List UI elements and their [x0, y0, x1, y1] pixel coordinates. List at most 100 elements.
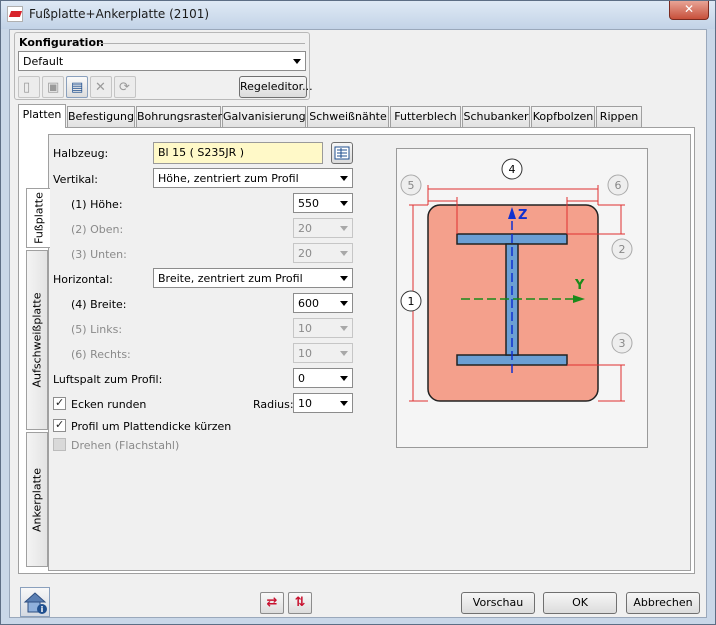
- swap-vertical-icon: ⇅: [294, 595, 306, 610]
- tab-bohrungsraster[interactable]: Bohrungsraster: [136, 106, 222, 127]
- luftspalt-label: Luftspalt zum Profil:: [53, 373, 163, 386]
- chevron-down-icon: [340, 226, 348, 231]
- chevron-down-icon: [340, 301, 348, 306]
- chevron-down-icon: [293, 59, 301, 64]
- drehen-label: Drehen (Flachstahl): [71, 439, 180, 452]
- horizontal-value: Breite, zentriert zum Profil: [158, 272, 303, 285]
- halbzeug-field[interactable]: Bl 15 ( S235JR ): [153, 142, 323, 164]
- chevron-down-icon: [340, 276, 348, 281]
- unten-select: 20: [293, 243, 353, 263]
- luftspalt-select[interactable]: 0: [293, 368, 353, 388]
- title-bar[interactable]: Fußplatte+Ankerplatte (2101) ✕: [1, 1, 715, 29]
- tab-futterblech[interactable]: Futterblech: [390, 106, 461, 127]
- y-axis-label: Y: [574, 278, 585, 293]
- side-tab-fussplatte[interactable]: Fußplatte: [26, 188, 50, 248]
- drehen-checkbox: [53, 438, 66, 451]
- rechts-select: 10: [293, 343, 353, 363]
- chevron-down-icon: [340, 401, 348, 406]
- radius-select[interactable]: 10: [293, 393, 353, 413]
- dialog-window: Fußplatte+Ankerplatte (2101) ✕ Konfigura…: [0, 0, 716, 625]
- configuration-select[interactable]: Default: [18, 51, 306, 71]
- tab-kopfbolzen[interactable]: Kopfbolzen: [531, 106, 595, 127]
- ok-button[interactable]: OK: [543, 592, 617, 614]
- cancel-button[interactable]: Abbrechen: [626, 592, 700, 614]
- tab-platten[interactable]: Platten: [18, 104, 66, 128]
- configuration-group: Konfiguration Default ▯ ▣ ▤ ✕ ⟳ Regeleditor.…: [14, 32, 313, 100]
- breite-value: 600: [298, 297, 319, 310]
- group-divider: [99, 43, 305, 44]
- rule-editor-button[interactable]: Regeleditor...: [239, 76, 313, 98]
- save-as-button[interactable]: ▤: [66, 76, 88, 98]
- new-document-icon: ▯: [23, 80, 31, 95]
- window-title: Fußplatte+Ankerplatte (2101): [29, 7, 210, 21]
- dimension-label: 5: [408, 179, 415, 192]
- vertikal-select[interactable]: Höhe, zentriert zum Profil: [153, 168, 353, 188]
- save-as-icon: ▤: [71, 80, 84, 95]
- dimension-label: 1: [408, 295, 415, 308]
- rechts-value: 10: [298, 347, 312, 360]
- halbzeug-value: Bl 15 ( S235JR ): [158, 146, 245, 159]
- dimension-label: 2: [619, 243, 626, 256]
- unten-value: 20: [298, 247, 312, 260]
- links-value: 10: [298, 322, 312, 335]
- dialog-client: Konfiguration Default ▯ ▣ ▤ ✕ ⟳ Regeleditor.…: [9, 29, 707, 618]
- tab-schubanker[interactable]: Schubanker: [462, 106, 530, 127]
- profil-kuerzen-checkbox[interactable]: [53, 418, 66, 432]
- radius-label: Radius:: [253, 398, 294, 411]
- preview-button[interactable]: Vorschau: [461, 592, 535, 614]
- chevron-down-icon: [340, 176, 348, 181]
- dimension-label: 4: [509, 163, 516, 176]
- chevron-down-icon: [340, 326, 348, 331]
- luftspalt-value: 0: [298, 372, 305, 385]
- save-button: ▣: [42, 76, 64, 98]
- new-document-button: ▯: [18, 76, 40, 98]
- close-button[interactable]: ✕: [669, 1, 709, 20]
- ecken-runden-checkbox[interactable]: [53, 396, 66, 410]
- tab-galvanisierung[interactable]: Galvanisierung: [222, 106, 306, 127]
- links-label: (5) Links:: [71, 323, 123, 336]
- hoehe-label: (1) Höhe:: [71, 198, 123, 211]
- refresh-icon: ⟳: [119, 80, 130, 95]
- oben-select: 20: [293, 218, 353, 238]
- svg-text:i: i: [41, 605, 44, 614]
- plate-preview: Z Y 4 1 5 6 2 3: [396, 148, 648, 448]
- oben-value: 20: [298, 222, 312, 235]
- refresh-button: ⟳: [114, 76, 136, 98]
- profil-kuerzen-label: Profil um Plattendicke kürzen: [71, 420, 232, 433]
- delete-button: ✕: [90, 76, 112, 98]
- delete-icon: ✕: [95, 80, 106, 95]
- tab-rippen[interactable]: Rippen: [596, 106, 642, 127]
- swap-horizontal-icon: ⇄: [266, 595, 278, 610]
- side-tab-aufschweissplatte[interactable]: Aufschweißplatte: [26, 250, 48, 430]
- side-tab-label: Ankerplatte: [30, 467, 44, 532]
- catalog-icon: [334, 146, 350, 160]
- configuration-label: Konfiguration: [19, 36, 104, 49]
- halbzeug-label: Halbzeug:: [53, 147, 109, 160]
- swap-horizontal-button[interactable]: ⇄: [260, 592, 284, 614]
- oben-label: (2) Oben:: [71, 223, 124, 236]
- vertikal-value: Höhe, zentriert zum Profil: [158, 172, 299, 185]
- side-tab-ankerplatte[interactable]: Ankerplatte: [26, 432, 48, 567]
- breite-label: (4) Breite:: [71, 298, 127, 311]
- info-button[interactable]: i: [20, 587, 50, 617]
- horizontal-label: Horizontal:: [53, 273, 113, 286]
- chevron-down-icon: [340, 201, 348, 206]
- chevron-down-icon: [340, 251, 348, 256]
- horizontal-select[interactable]: Breite, zentriert zum Profil: [153, 268, 353, 288]
- breite-select[interactable]: 600: [293, 293, 353, 313]
- rechts-label: (6) Rechts:: [71, 348, 131, 361]
- hoehe-value: 550: [298, 197, 319, 210]
- unten-label: (3) Unten:: [71, 248, 127, 261]
- vertikal-label: Vertikal:: [53, 173, 99, 186]
- tab-befestigung[interactable]: Befestigung: [67, 106, 135, 127]
- radius-value: 10: [298, 397, 312, 410]
- tab-schweissnaehte[interactable]: Schweißnähte: [307, 106, 389, 127]
- hoehe-select[interactable]: 550: [293, 193, 353, 213]
- swap-vertical-button[interactable]: ⇅: [288, 592, 312, 614]
- catalog-button[interactable]: [331, 142, 353, 164]
- dimension-label: 3: [619, 337, 626, 350]
- app-icon: [7, 6, 23, 22]
- z-axis-label: Z: [518, 208, 527, 223]
- configuration-value: Default: [23, 55, 64, 68]
- info-house-icon: i: [23, 592, 47, 614]
